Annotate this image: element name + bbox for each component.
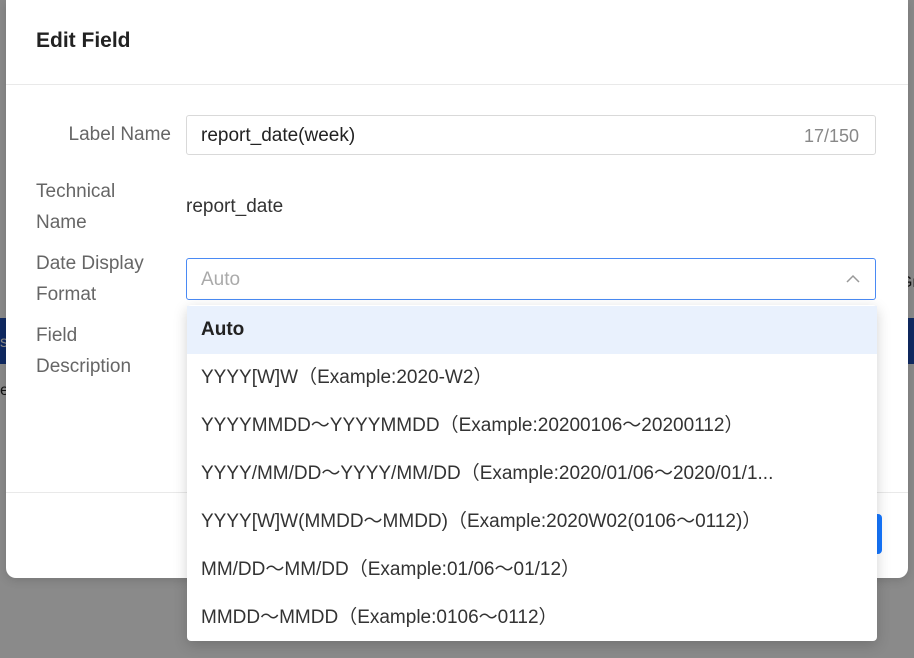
- date-display-format-label-line1: Date Display: [36, 253, 144, 274]
- technical-name-label-line1: Technical: [36, 181, 116, 202]
- technical-name-label-line2: Name: [36, 212, 87, 233]
- dropdown-option[interactable]: YYYY[W]W（Example:2020-W2）: [187, 354, 877, 402]
- date-display-format-label: Date Display Format: [36, 248, 176, 310]
- field-description-label: Field Description: [36, 320, 176, 382]
- chevron-up-icon[interactable]: [845, 271, 861, 287]
- field-description-label-line2: Description: [36, 356, 132, 377]
- dropdown-option[interactable]: Auto: [187, 306, 877, 354]
- select-placeholder: Auto: [201, 269, 241, 290]
- date-display-format-label-line2: Format: [36, 284, 97, 305]
- field-description-label-line1: Field: [36, 325, 78, 346]
- dropdown-option[interactable]: YYYYMMDD～YYYYMMDD（Example:20200106～20200…: [187, 402, 877, 450]
- dialog-header: [6, 0, 908, 85]
- dropdown-option[interactable]: YYYY/MM/DD～YYYY/MM/DD（Example:2020/01/06…: [187, 450, 877, 498]
- date-display-format-select[interactable]: Auto: [186, 258, 876, 300]
- char-counter: 17/150: [803, 126, 859, 146]
- dropdown-option[interactable]: YYYY[W]W(MMDD～MMDD)（Example:2020W02(0106…: [187, 498, 877, 546]
- dropdown-option[interactable]: MMDD～MMDD（Example:0106～0112）: [187, 594, 877, 642]
- label-name-value: report_date(week): [201, 125, 356, 146]
- label-name-input[interactable]: report_date(week) 17/150: [186, 115, 876, 155]
- dropdown-option[interactable]: MM/DD～MM/DD（Example:01/06～01/12）: [187, 546, 877, 594]
- technical-name-value: report_date: [186, 196, 284, 217]
- label-name-label: Label Name: [68, 124, 171, 145]
- dialog-title: Edit Field: [36, 29, 131, 52]
- technical-name-label: Technical Name: [36, 176, 156, 238]
- date-format-dropdown: Auto YYYY[W]W（Example:2020-W2） YYYYMMDD～…: [187, 305, 877, 641]
